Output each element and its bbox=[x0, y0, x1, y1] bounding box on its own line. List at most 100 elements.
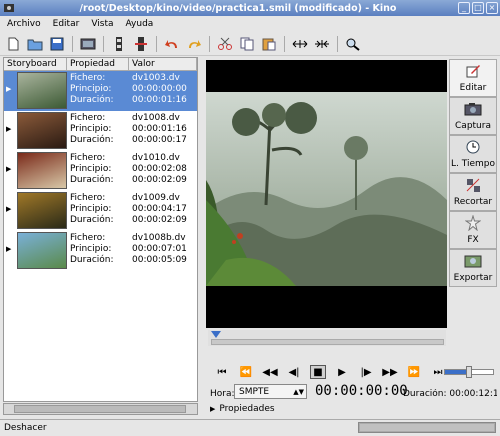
clip-thumbnail[interactable] bbox=[17, 192, 67, 229]
clip-file: dv1010.dv bbox=[132, 153, 180, 163]
previous-scene-icon[interactable]: ⏪ bbox=[238, 365, 254, 379]
clip-duration: 00:00:00:17 bbox=[132, 135, 187, 145]
prop-duration-label: Duración: bbox=[70, 255, 114, 265]
clip-file: dv1003.dv bbox=[132, 73, 180, 83]
tab-recortar[interactable]: Recortar bbox=[449, 173, 497, 211]
window-title: /root/Desktop/kino/video/practica1.smil … bbox=[79, 2, 397, 14]
tab-l-tiempo[interactable]: L. Tiempo bbox=[449, 135, 497, 173]
tab-label: FX bbox=[467, 235, 479, 245]
menu-ayuda[interactable]: Ayuda bbox=[125, 19, 155, 29]
compress-icon[interactable] bbox=[312, 34, 332, 54]
trim-icon bbox=[465, 177, 481, 197]
prop-start-label: Principio: bbox=[70, 204, 112, 214]
playhead-marker[interactable] bbox=[211, 331, 221, 338]
prop-file-label: Fichero: bbox=[70, 153, 106, 163]
new-file-icon[interactable] bbox=[3, 34, 23, 54]
close-button[interactable]: × bbox=[486, 2, 498, 14]
zoom-icon[interactable] bbox=[343, 34, 363, 54]
storyboard-row[interactable]: ▶ Fichero: Principio: Duración: dv1010.dv 00:… bbox=[4, 151, 197, 191]
storyboard-scrollbar[interactable] bbox=[3, 403, 198, 415]
save-icon[interactable] bbox=[47, 34, 67, 54]
storyboard-row[interactable]: ▶ Fichero: Principio: Duración: dv1003.dv 00:… bbox=[4, 71, 197, 111]
open-folder-icon[interactable] bbox=[25, 34, 45, 54]
expander-arrow-icon[interactable]: ▶ bbox=[6, 245, 11, 253]
storyboard-row[interactable]: ▶ Fichero: Principio: Duración: dv1008b.dv 00… bbox=[4, 231, 197, 271]
properties-expander[interactable]: ▶ Propiedades bbox=[210, 404, 275, 414]
clip-start: 00:00:00:00 bbox=[132, 84, 187, 94]
clock-icon bbox=[465, 139, 481, 159]
step-back-icon[interactable]: ◀| bbox=[286, 365, 302, 379]
join-scenes-icon[interactable] bbox=[131, 34, 151, 54]
tab-exportar[interactable]: Exportar bbox=[449, 249, 497, 287]
prop-duration-label: Duración: bbox=[70, 135, 114, 145]
tab-label: Captura bbox=[455, 121, 491, 131]
clip-values: dv1008.dv 00:00:01:16 00:00:00:17 bbox=[132, 113, 187, 146]
tab-captura[interactable]: Captura bbox=[449, 97, 497, 135]
tab-label: L. Tiempo bbox=[451, 159, 495, 169]
clip-properties: Fichero: Principio: Duración: bbox=[70, 73, 114, 106]
paste-icon[interactable] bbox=[259, 34, 279, 54]
volume-knob[interactable] bbox=[466, 366, 472, 378]
clip-duration: 00:00:02:09 bbox=[132, 215, 187, 225]
stop-button[interactable]: ■ bbox=[310, 365, 326, 379]
menu-editar[interactable]: Editar bbox=[52, 19, 81, 29]
clip-thumbnail[interactable] bbox=[17, 152, 67, 189]
clip-values: dv1003.dv 00:00:00:00 00:00:01:16 bbox=[132, 73, 187, 106]
split-scene-icon[interactable] bbox=[109, 34, 129, 54]
prop-start-label: Principio: bbox=[70, 84, 112, 94]
camera-icon bbox=[464, 101, 482, 121]
expander-arrow-icon[interactable]: ▶ bbox=[6, 85, 11, 93]
next-scene-icon[interactable]: ⏩ bbox=[406, 365, 422, 379]
col-propiedad[interactable]: Propiedad bbox=[67, 58, 129, 70]
copy-icon[interactable] bbox=[237, 34, 257, 54]
storyboard-header: Storyboard Propiedad Valor bbox=[4, 58, 197, 71]
redo-icon[interactable] bbox=[184, 34, 204, 54]
undo-icon[interactable] bbox=[162, 34, 182, 54]
cut-icon[interactable] bbox=[215, 34, 235, 54]
storyboard-panel: Storyboard Propiedad Valor ▶ Fichero: Prin… bbox=[3, 57, 198, 402]
clip-duration: 00:00:05:09 bbox=[132, 255, 187, 265]
play-icon[interactable]: ▶ bbox=[334, 365, 350, 379]
app-icon[interactable] bbox=[2, 1, 16, 15]
time-format-select[interactable]: SMPTE ▲▼ bbox=[234, 384, 307, 399]
expand-icon[interactable] bbox=[290, 34, 310, 54]
minimize-button[interactable]: _ bbox=[458, 2, 470, 14]
tab-editar[interactable]: Editar bbox=[449, 59, 497, 97]
volume-slider[interactable] bbox=[444, 366, 494, 378]
rewind-icon[interactable]: ◀◀ bbox=[262, 365, 278, 379]
timeline-scrubber[interactable] bbox=[208, 330, 446, 346]
clip-properties: Fichero: Principio: Duración: bbox=[70, 233, 114, 266]
status-bar: Deshacer bbox=[0, 419, 500, 436]
storyboard-row[interactable]: ▶ Fichero: Principio: Duración: dv1009.dv 00:… bbox=[4, 191, 197, 231]
tab-label: Editar bbox=[459, 83, 487, 93]
status-text: Deshacer bbox=[4, 423, 47, 433]
fast-forward-icon[interactable]: ▶▶ bbox=[382, 365, 398, 379]
toolbar bbox=[0, 32, 500, 56]
storyboard-row[interactable]: ▶ Fichero: Principio: Duración: dv1008.dv 00:… bbox=[4, 111, 197, 151]
video-preview bbox=[206, 60, 447, 328]
tab-fx[interactable]: FX bbox=[449, 211, 497, 249]
clip-thumbnail[interactable] bbox=[17, 72, 67, 109]
clip-thumbnail[interactable] bbox=[17, 112, 67, 149]
step-forward-icon[interactable]: |▶ bbox=[358, 365, 374, 379]
prop-duration-label: Duración: bbox=[70, 95, 114, 105]
clip-file: dv1009.dv bbox=[132, 193, 180, 203]
expander-arrow-icon[interactable]: ▶ bbox=[6, 125, 11, 133]
col-valor[interactable]: Valor bbox=[129, 58, 197, 70]
time-format-value: SMPTE bbox=[239, 386, 270, 397]
first-frame-icon[interactable]: ⏮ bbox=[214, 365, 230, 379]
clip-thumbnail[interactable] bbox=[17, 232, 67, 269]
expander-arrow-icon: ▶ bbox=[210, 405, 216, 413]
clip-start: 00:00:04:17 bbox=[132, 204, 187, 214]
clip-start: 00:00:02:08 bbox=[132, 164, 187, 174]
clip-values: dv1009.dv 00:00:04:17 00:00:02:09 bbox=[132, 193, 187, 226]
col-storyboard[interactable]: Storyboard bbox=[4, 58, 67, 70]
expander-arrow-icon[interactable]: ▶ bbox=[6, 205, 11, 213]
prop-start-label: Principio: bbox=[70, 124, 112, 134]
expander-arrow-icon[interactable]: ▶ bbox=[6, 165, 11, 173]
title-bar: /root/Desktop/kino/video/practica1.smil … bbox=[0, 0, 500, 16]
maximize-button[interactable]: □ bbox=[472, 2, 484, 14]
menu-archivo[interactable]: Archivo bbox=[6, 19, 42, 29]
menu-vista[interactable]: Vista bbox=[90, 19, 114, 29]
preferences-icon[interactable] bbox=[78, 34, 98, 54]
